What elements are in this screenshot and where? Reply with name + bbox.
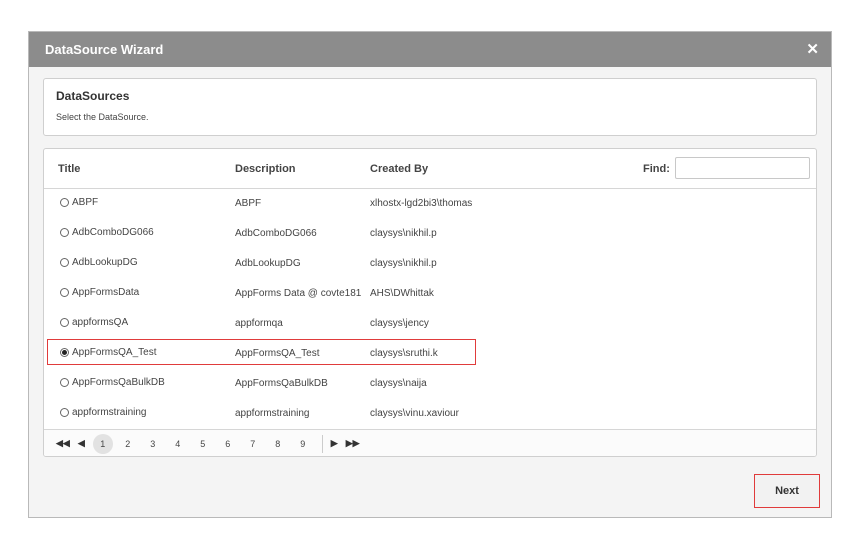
pager-page-4[interactable]: 4 bbox=[168, 434, 188, 454]
datasources-heading: DataSources bbox=[56, 89, 130, 103]
find-label: Find: bbox=[643, 163, 670, 175]
row-created-by: claysys\sruthi.k bbox=[370, 348, 438, 359]
row-title-cell[interactable]: appformstraining bbox=[60, 407, 146, 418]
datasource-wizard-dialog: DataSource Wizard ✕ DataSources Select t… bbox=[28, 31, 832, 518]
row-description: AppFormsQA_Test bbox=[235, 348, 320, 359]
datasource-grid: Title Description Created By Find: ABPF A… bbox=[43, 148, 817, 457]
pager-prev-button[interactable]: ◀ bbox=[78, 438, 85, 449]
table-row[interactable]: AppFormsQaBulkDB AppFormsQaBulkDB claysys\… bbox=[44, 369, 816, 399]
row-title-cell[interactable]: appformsQA bbox=[60, 317, 128, 328]
column-header-description[interactable]: Description bbox=[235, 163, 296, 175]
row-title: AdbLookupDG bbox=[72, 257, 138, 268]
pager: ◀◀ ◀ 123456789 ▶ ▶▶ bbox=[44, 429, 816, 456]
dialog-titlebar: DataSource Wizard ✕ bbox=[29, 32, 831, 67]
row-radio-button[interactable] bbox=[60, 318, 69, 327]
row-description: appformstraining bbox=[235, 408, 310, 419]
pager-page-9[interactable]: 9 bbox=[293, 434, 313, 454]
row-title: AppFormsData bbox=[72, 287, 140, 298]
pager-page-6[interactable]: 6 bbox=[218, 434, 238, 454]
row-title: AppFormsQA_Test bbox=[72, 347, 157, 358]
grid-header: Title Description Created By Find: bbox=[44, 149, 816, 189]
row-description: ABPF bbox=[235, 198, 262, 209]
datasources-panel: DataSources Select the DataSource. bbox=[43, 78, 817, 136]
row-title: AppFormsQaBulkDB bbox=[72, 377, 165, 388]
pager-page-2[interactable]: 2 bbox=[118, 434, 138, 454]
column-header-created-by[interactable]: Created By bbox=[370, 163, 428, 175]
row-description: AdbComboDG066 bbox=[235, 228, 317, 239]
pager-page-8[interactable]: 8 bbox=[268, 434, 288, 454]
table-row[interactable]: AppFormsQA_Test AppFormsQA_Test claysys\sr… bbox=[44, 339, 816, 369]
row-radio-button[interactable] bbox=[60, 288, 69, 297]
close-icon[interactable]: ✕ bbox=[806, 42, 819, 57]
table-row[interactable]: appformstraining appformstraining claysys\… bbox=[44, 399, 816, 429]
pager-pages: 123456789 bbox=[92, 433, 318, 454]
row-radio-button[interactable] bbox=[60, 378, 69, 387]
row-created-by: claysys\jency bbox=[370, 318, 429, 329]
pager-next-button[interactable]: ▶ bbox=[331, 438, 338, 449]
row-created-by: claysys\nikhil.p bbox=[370, 228, 437, 239]
grid-rows: ABPF ABPF xlhostx-lgd2bi3\thomas AdbComboDG… bbox=[44, 189, 816, 429]
table-row[interactable]: AdbLookupDG AdbLookupDG claysys\nikhil.p bbox=[44, 249, 816, 279]
row-created-by: xlhostx-lgd2bi3\thomas bbox=[370, 198, 473, 209]
column-header-title[interactable]: Title bbox=[58, 163, 80, 175]
find-input[interactable] bbox=[675, 157, 810, 179]
row-description: AdbLookupDG bbox=[235, 258, 301, 269]
row-created-by: claysys\vinu.xaviour bbox=[370, 408, 459, 419]
table-row[interactable]: AdbComboDG066 AdbComboDG066 claysys\nikhil… bbox=[44, 219, 816, 249]
row-title-cell[interactable]: ABPF bbox=[60, 197, 98, 208]
row-description: AppFormsQaBulkDB bbox=[235, 378, 328, 389]
row-radio-button[interactable] bbox=[60, 348, 69, 357]
row-description: AppForms Data @ covte181 bbox=[235, 288, 362, 299]
pager-divider bbox=[321, 434, 323, 453]
row-radio-button[interactable] bbox=[60, 258, 69, 267]
row-title: appformsQA bbox=[72, 317, 129, 328]
datasources-subtitle: Select the DataSource. bbox=[56, 112, 149, 122]
row-title-cell[interactable]: AdbLookupDG bbox=[60, 257, 138, 268]
row-radio-button[interactable] bbox=[60, 198, 69, 207]
dialog-title: DataSource Wizard bbox=[45, 42, 164, 57]
row-radio-button[interactable] bbox=[60, 408, 69, 417]
row-title-cell[interactable]: AdbComboDG066 bbox=[60, 227, 154, 238]
next-button[interactable]: Next bbox=[754, 474, 820, 508]
row-title: appformstraining bbox=[72, 407, 147, 418]
row-created-by: claysys\nikhil.p bbox=[370, 258, 437, 269]
pager-page-3[interactable]: 3 bbox=[143, 434, 163, 454]
pager-first-button[interactable]: ◀◀ bbox=[56, 438, 70, 449]
table-row[interactable]: AppFormsData AppForms Data @ covte181 AHS\… bbox=[44, 279, 816, 309]
row-title-cell[interactable]: AppFormsData bbox=[60, 287, 139, 298]
row-title-cell[interactable]: AppFormsQaBulkDB bbox=[60, 377, 165, 388]
row-description: appformqa bbox=[235, 318, 283, 329]
pager-page-5[interactable]: 5 bbox=[193, 434, 213, 454]
row-title: ABPF bbox=[72, 197, 99, 208]
pager-page-7[interactable]: 7 bbox=[243, 434, 263, 454]
row-title: AdbComboDG066 bbox=[72, 227, 154, 238]
table-row[interactable]: appformsQA appformqa claysys\jency bbox=[44, 309, 816, 339]
row-created-by: AHS\DWhittak bbox=[370, 288, 434, 299]
pager-page-1[interactable]: 1 bbox=[92, 433, 113, 454]
table-row[interactable]: ABPF ABPF xlhostx-lgd2bi3\thomas bbox=[44, 189, 816, 219]
pager-last-button[interactable]: ▶▶ bbox=[346, 438, 360, 449]
row-created-by: claysys\naija bbox=[370, 378, 427, 389]
row-title-cell[interactable]: AppFormsQA_Test bbox=[60, 347, 156, 358]
row-radio-button[interactable] bbox=[60, 228, 69, 237]
